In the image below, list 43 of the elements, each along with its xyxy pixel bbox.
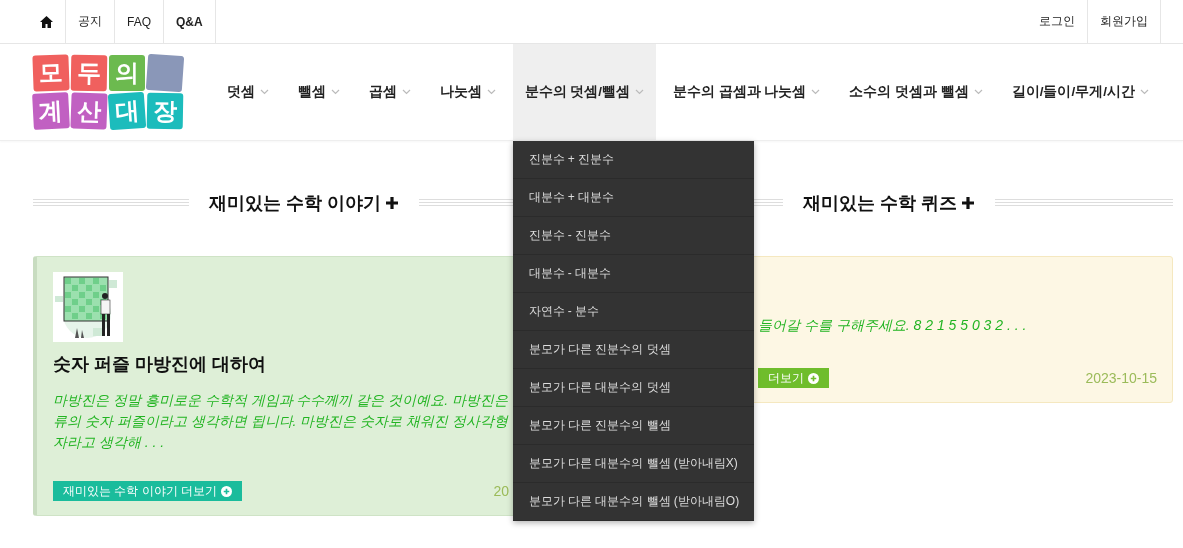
chevron-down-icon: [973, 89, 983, 95]
section-heading[interactable]: 재미있는 수학 퀴즈: [803, 191, 975, 215]
chevron-down-icon: [330, 89, 340, 95]
nav-item[interactable]: 곱셈: [356, 44, 423, 140]
nav-item[interactable]: 분수의 덧셈/뺄셈: [512, 44, 656, 140]
logo-tile: 두: [70, 54, 108, 92]
card-excerpt: 들어갈 수를 구해주세요. 8 2 1 5 5 0 3 2 . . .: [758, 316, 1028, 335]
logo-tile: 모: [32, 54, 70, 92]
top-link[interactable]: 로그인: [1027, 0, 1088, 43]
plus-icon: [385, 196, 399, 210]
chevron-down-icon: [401, 89, 411, 95]
logo-tile: 계: [32, 92, 70, 130]
chevron-down-icon: [635, 89, 644, 95]
home-icon: [40, 15, 53, 28]
plus-circle-icon: [221, 485, 232, 497]
nav-item[interactable]: 분수의 곱셈과 나눗셈: [660, 44, 833, 140]
card-date: 20: [493, 483, 509, 499]
chevron-down-icon: [486, 89, 496, 95]
chevron-down-icon: [811, 89, 821, 95]
top-link[interactable]: FAQ: [115, 0, 164, 43]
menu-item[interactable]: 진분수 + 진분수: [512, 141, 754, 179]
menu-item[interactable]: 대분수 + 대분수: [512, 179, 754, 217]
chevron-down-icon: [260, 89, 269, 95]
logo-tile: 산: [70, 92, 108, 130]
logo-tile: 의: [109, 55, 145, 91]
nav-item[interactable]: 길이/들이/무게/시간: [999, 44, 1161, 140]
top-link[interactable]: 회원가입: [1088, 0, 1161, 43]
top-link[interactable]: 공지: [66, 0, 115, 43]
logo-tile: 대: [107, 91, 147, 131]
logo[interactable]: 모 두 의 계 산 대 장: [33, 55, 183, 129]
menu-item[interactable]: 진분수 - 진분수: [512, 217, 754, 255]
chevron-down-icon: [1139, 89, 1149, 95]
nav-item[interactable]: 덧셈: [215, 44, 281, 140]
card-date: 2023-10-15: [1085, 370, 1157, 386]
logo-tile: 장: [146, 92, 184, 130]
section-heading[interactable]: 재미있는 수학 이야기: [209, 191, 399, 215]
plus-circle-icon: [808, 372, 819, 384]
top-link[interactable]: Q&A: [164, 0, 216, 43]
plus-icon: [961, 196, 975, 210]
nav-item[interactable]: 뺄셈: [285, 44, 352, 140]
nav-item[interactable]: 소수의 덧셈과 뺄셈: [837, 44, 995, 140]
card-excerpt: 마방진은 정말 흥미로운 수학적 게임과 수수께끼 같은 것이예요. 마방진은 류의 숫자 퍼즐이라고 생각하면 됩니다. 마방진은 숫자로 채워진 정사각형 자라고 생각해 . . .: [53, 391, 508, 452]
nav-item[interactable]: 나눗셈: [427, 44, 508, 140]
